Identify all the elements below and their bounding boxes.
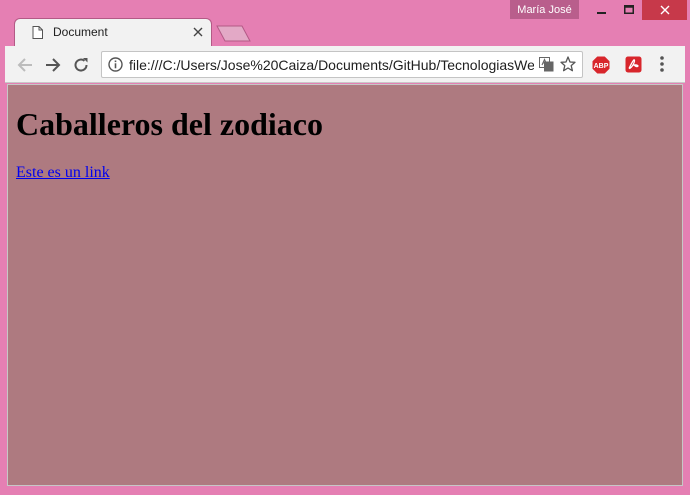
title-bar: María José Document bbox=[0, 0, 690, 46]
info-icon[interactable] bbox=[108, 57, 123, 72]
profile-button[interactable]: María José bbox=[510, 0, 579, 19]
minimize-icon bbox=[597, 12, 606, 14]
page-content: Caballeros del zodiaco Este es un link bbox=[7, 84, 683, 486]
adblock-plus-icon[interactable]: ABP bbox=[592, 56, 610, 74]
url-text[interactable]: file:///C:/Users/Jose%20Caiza/Documents/… bbox=[129, 57, 534, 75]
tab-document[interactable]: Document bbox=[14, 18, 212, 46]
new-tab-button[interactable] bbox=[216, 25, 252, 42]
translate-icon[interactable] bbox=[539, 57, 554, 72]
close-tab-icon[interactable] bbox=[193, 27, 203, 37]
forward-button[interactable] bbox=[43, 55, 63, 75]
menu-icon[interactable] bbox=[660, 56, 664, 72]
minimize-button[interactable] bbox=[588, 0, 616, 20]
maximize-icon bbox=[624, 5, 634, 14]
address-bar[interactable]: file:///C:/Users/Jose%20Caiza/Documents/… bbox=[101, 51, 583, 78]
back-button[interactable] bbox=[15, 55, 35, 75]
forward-arrow-icon bbox=[46, 58, 61, 72]
close-button[interactable] bbox=[642, 0, 687, 20]
star-icon[interactable] bbox=[560, 56, 576, 72]
reload-icon bbox=[74, 58, 88, 72]
pdf-extension-icon[interactable] bbox=[625, 56, 642, 73]
page-link[interactable]: Este es un link bbox=[16, 164, 110, 182]
maximize-button[interactable] bbox=[616, 0, 642, 20]
tab-title: Document bbox=[53, 25, 108, 39]
back-arrow-icon bbox=[17, 58, 32, 72]
page-heading: Caballeros del zodiaco bbox=[16, 106, 323, 142]
abp-label: ABP bbox=[594, 63, 609, 70]
close-icon bbox=[660, 5, 669, 15]
browser-toolbar: file:///C:/Users/Jose%20Caiza/Documents/… bbox=[5, 46, 685, 83]
reload-button[interactable] bbox=[71, 55, 91, 75]
document-icon bbox=[32, 26, 43, 39]
